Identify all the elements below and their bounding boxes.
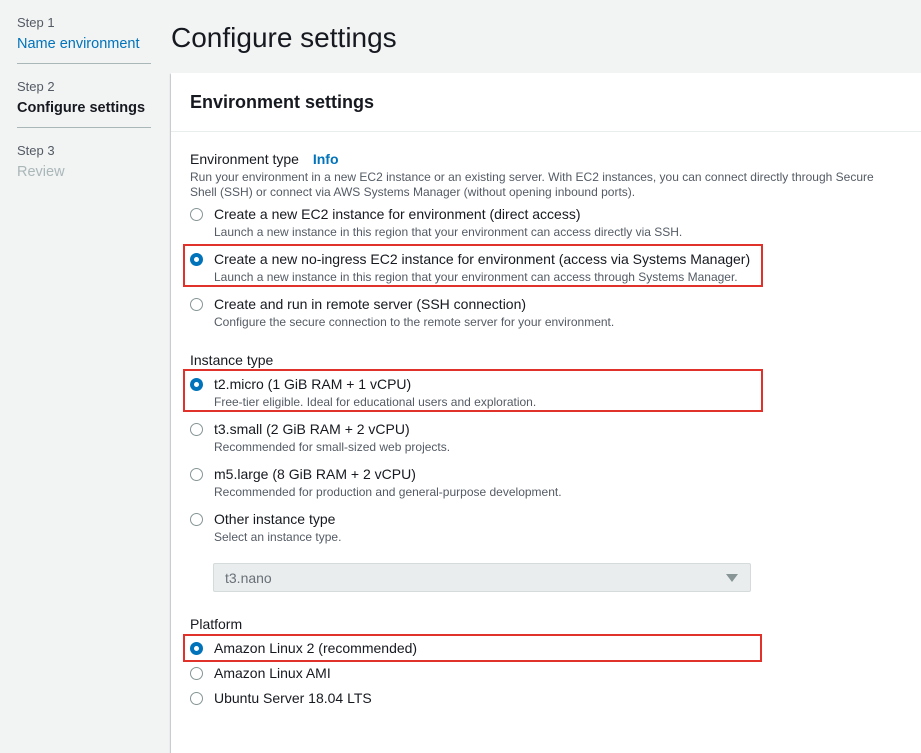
- option-text: Amazon Linux AMI: [214, 665, 331, 682]
- option-description: Select an instance type.: [214, 530, 342, 544]
- option-label: t3.small (2 GiB RAM + 2 vCPU): [214, 421, 410, 437]
- radio-button[interactable]: [190, 513, 203, 526]
- step-1: Step 1 Name environment: [17, 14, 151, 54]
- option-description: Recommended for small-sized web projects…: [214, 440, 451, 454]
- option-label: Create a new EC2 instance for environmen…: [214, 206, 581, 222]
- radio-button[interactable]: [190, 423, 203, 436]
- option-text: Ubuntu Server 18.04 LTS: [214, 690, 372, 707]
- step-number: Step 2: [17, 79, 55, 94]
- info-link[interactable]: Info: [313, 151, 339, 167]
- radio-button[interactable]: [190, 468, 203, 481]
- environment-type-section: Environment type Info Run your environme…: [190, 150, 890, 200]
- highlight-box: [183, 244, 763, 287]
- step-3: Step 3 Review: [17, 142, 151, 182]
- option-label: Ubuntu Server 18.04 LTS: [214, 690, 372, 706]
- select-value: t3.nano: [225, 570, 272, 586]
- step-review: Review: [17, 164, 65, 180]
- highlight-box: [183, 634, 762, 662]
- option-text: t3.small (2 GiB RAM + 2 vCPU) Recommende…: [214, 421, 450, 455]
- option-label: Create and run in remote server (SSH con…: [214, 296, 527, 312]
- option-text: Create a new EC2 instance for environmen…: [214, 206, 682, 240]
- option-label: Other instance type: [214, 511, 336, 527]
- environment-type-label-row: Environment type Info: [190, 150, 890, 168]
- instance-type-section: Instance type: [190, 351, 890, 369]
- radio-button[interactable]: [190, 298, 203, 311]
- option-text: Other instance type Select an instance t…: [214, 511, 341, 545]
- radio-button[interactable]: [190, 692, 203, 705]
- step-divider: [17, 127, 151, 128]
- platform-section: Platform: [190, 615, 890, 633]
- panel-header: Environment settings: [171, 73, 921, 132]
- wizard-steps: Step 1 Name environment Step 2 Configure…: [17, 14, 151, 182]
- instance-type-select[interactable]: t3.nano: [213, 563, 751, 592]
- option-text: Create and run in remote server (SSH con…: [214, 296, 614, 330]
- highlight-box: [183, 369, 763, 412]
- option-description: Recommended for production and general-p…: [214, 485, 562, 499]
- environment-type-description: Run your environment in a new EC2 instan…: [190, 170, 874, 199]
- option-description: Configure the secure connection to the r…: [214, 315, 615, 329]
- step-link-name-environment[interactable]: Name environment: [17, 34, 151, 54]
- step-current-configure-settings: Configure settings: [17, 100, 146, 116]
- radio-button[interactable]: [190, 208, 203, 221]
- step-number: Step 3: [17, 143, 55, 158]
- panel-title: Environment settings: [190, 91, 375, 112]
- step-2: Step 2 Configure settings: [17, 78, 151, 118]
- instance-type-label: Instance type: [190, 352, 274, 368]
- caret-down-icon: [726, 574, 738, 582]
- step-number: Step 1: [17, 15, 55, 30]
- option-label: m5.large (8 GiB RAM + 2 vCPU): [214, 466, 416, 482]
- option-label: Amazon Linux AMI: [214, 665, 331, 681]
- radio-button[interactable]: [190, 667, 203, 680]
- environment-type-label: Environment type: [190, 151, 299, 167]
- option-description: Launch a new instance in this region tha…: [214, 225, 683, 239]
- step-divider: [17, 63, 151, 64]
- page-title: Configure settings: [171, 22, 397, 53]
- platform-label: Platform: [190, 616, 243, 632]
- option-text: m5.large (8 GiB RAM + 2 vCPU) Recommende…: [214, 466, 562, 500]
